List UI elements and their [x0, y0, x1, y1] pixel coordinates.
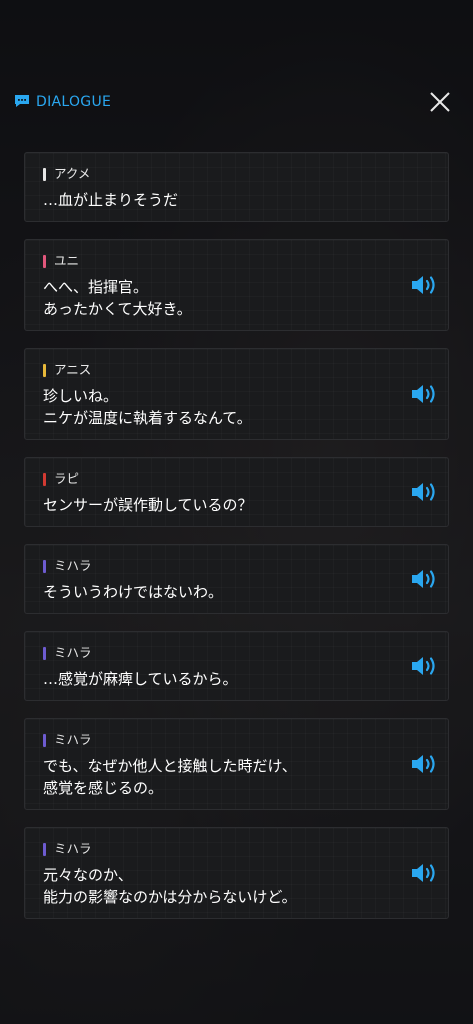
voice-play-icon[interactable] [410, 566, 440, 592]
dialogue-entry: ユニへへ、指揮官。 あったかくて大好き。 [24, 239, 449, 331]
dialogue-text: センサーが誤作動しているの？ [43, 496, 253, 514]
speaker-color-bar [43, 559, 46, 573]
speaker-row: ユニ [43, 252, 388, 270]
dialogue-list[interactable]: アクメ …血が止まりそうだユニへへ、指揮官。 あったかくて大好き。アニス珍しいね。… [24, 152, 449, 936]
speaker-name: ラピ [54, 471, 80, 486]
voice-play-icon[interactable] [410, 860, 440, 886]
speaker-row: ラピ [43, 470, 388, 488]
speaker-name: ミハラ [54, 558, 92, 573]
dialogue-text: 元々なのか、 能力の影響なのかは分からないけど。 [43, 866, 297, 906]
speaker-row: ミハラ [43, 731, 388, 749]
dialogue-entry: ミハラそういうわけではないわ。 [24, 544, 449, 614]
speaker-name: ミハラ [54, 645, 92, 660]
dialogue-title: DIALOGUE [36, 94, 112, 110]
chat-bubble-icon [15, 95, 29, 107]
speaker-row: ミハラ [43, 644, 388, 662]
voice-play-icon[interactable] [410, 381, 440, 407]
dialogue-text: そういうわけではないわ。 [43, 583, 224, 601]
dialogue-entry: ミハラ …感覚が麻痺しているから。 [24, 631, 449, 701]
speaker-color-bar [43, 472, 46, 486]
dialogue-entry: ミハラ元々なのか、 能力の影響なのかは分からないけど。 [24, 827, 449, 919]
voice-play-icon[interactable] [410, 272, 440, 298]
speaker-name: ミハラ [54, 841, 92, 856]
dialogue-text: 珍しいね。 ニケが温度に執着するなんて。 [43, 387, 252, 427]
speaker-name: ミハラ [54, 732, 92, 747]
voice-play-icon[interactable] [410, 479, 440, 505]
dialogue-header: DIALOGUE [0, 82, 473, 124]
speaker-row: アニス [43, 361, 388, 379]
dialogue-text: でも、なぜか他人と接触した時だけ、 感覚を感じるの。 [43, 757, 297, 797]
speaker-row: ミハラ [43, 840, 388, 858]
close-icon[interactable] [426, 88, 454, 116]
dialogue-entry: アクメ …血が止まりそうだ [24, 152, 449, 222]
speaker-color-bar [43, 733, 46, 747]
dialogue-text: へへ、指揮官。 あったかくて大好き。 [43, 278, 192, 318]
voice-play-icon[interactable] [410, 751, 440, 777]
speaker-color-bar [43, 167, 46, 181]
voice-play-icon[interactable] [410, 653, 440, 679]
speaker-name: アニス [54, 362, 92, 377]
speaker-color-bar [43, 254, 46, 268]
speaker-row: ミハラ [43, 557, 388, 575]
dialogue-text: …血が止まりそうだ [43, 191, 179, 209]
speaker-color-bar [43, 363, 46, 377]
speaker-name: アクメ [54, 166, 91, 181]
dialogue-entry: ラピセンサーが誤作動しているの？ [24, 457, 449, 527]
speaker-name: ユニ [54, 253, 80, 268]
speaker-color-bar [43, 646, 46, 660]
speaker-row: アクメ [43, 165, 388, 183]
dialogue-entry: ミハラでも、なぜか他人と接触した時だけ、 感覚を感じるの。 [24, 718, 449, 810]
dialogue-entry: アニス珍しいね。 ニケが温度に執着するなんて。 [24, 348, 449, 440]
speaker-color-bar [43, 842, 46, 856]
dialogue-text: …感覚が麻痺しているから。 [43, 670, 238, 688]
